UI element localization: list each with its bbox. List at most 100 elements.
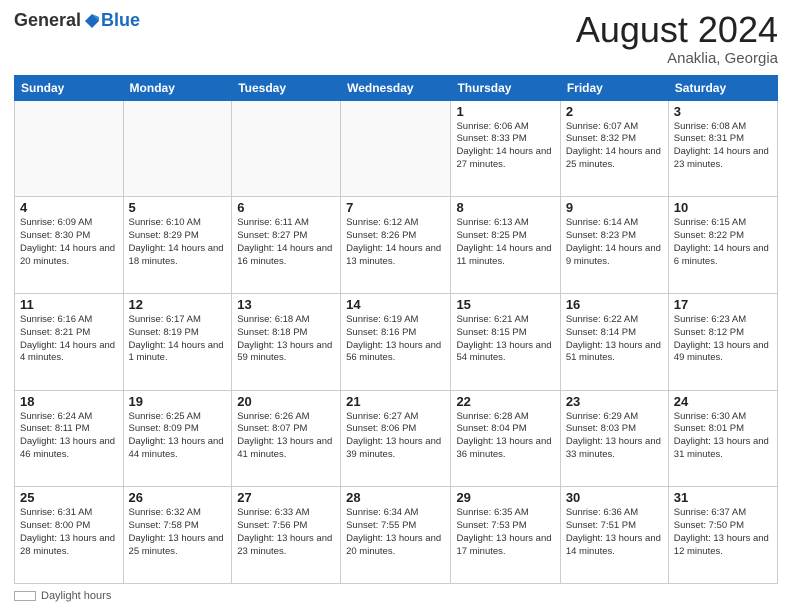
day-cell: 20 Sunrise: 6:26 AM Sunset: 8:07 PM Dayli…	[232, 390, 341, 487]
day-info: Sunrise: 6:30 AM Sunset: 8:01 PM Dayligh…	[674, 411, 772, 462]
day-cell: 21 Sunrise: 6:27 AM Sunset: 8:06 PM Dayli…	[341, 390, 451, 487]
day-number: 6	[237, 200, 335, 215]
day-info: Sunrise: 6:37 AM Sunset: 7:50 PM Dayligh…	[674, 507, 772, 558]
day-info: Sunrise: 6:10 AM Sunset: 8:29 PM Dayligh…	[129, 217, 227, 268]
day-cell: 29Sunrise: 6:35 AM Sunset: 7:53 PM Dayli…	[451, 487, 560, 584]
week-row-4: 18 Sunrise: 6:24 AM Sunset: 8:11 PM Dayli…	[15, 390, 778, 487]
day-number: 28	[346, 490, 445, 505]
day-info: Sunrise: 6:15 AM Sunset: 8:22 PM Dayligh…	[674, 217, 772, 268]
day-cell	[123, 100, 232, 197]
day-number: 7	[346, 200, 445, 215]
day-cell	[15, 100, 124, 197]
location-title: Anaklia, Georgia	[576, 50, 778, 67]
day-info: Sunrise: 6:28 AM Sunset: 8:04 PM Dayligh…	[456, 411, 554, 462]
day-cell: 8 Sunrise: 6:13 AM Sunset: 8:25 PM Daylig…	[451, 197, 560, 294]
col-header-wednesday: Wednesday	[341, 75, 451, 100]
day-number: 30	[566, 490, 663, 505]
day-number: 4	[20, 200, 118, 215]
day-number: 14	[346, 297, 445, 312]
day-cell: 16Sunrise: 6:22 AM Sunset: 8:14 PM Dayli…	[560, 293, 668, 390]
day-info: Sunrise: 6:27 AM Sunset: 8:06 PM Dayligh…	[346, 411, 445, 462]
day-info: Sunrise: 6:06 AM Sunset: 8:33 PM Dayligh…	[456, 121, 554, 172]
day-info: Sunrise: 6:22 AM Sunset: 8:14 PM Dayligh…	[566, 314, 663, 365]
day-info: Sunrise: 6:09 AM Sunset: 8:30 PM Dayligh…	[20, 217, 118, 268]
day-cell: 10 Sunrise: 6:15 AM Sunset: 8:22 PM Dayli…	[668, 197, 777, 294]
logo-blue: Blue	[101, 10, 140, 31]
day-number: 3	[674, 104, 772, 119]
day-number: 19	[129, 394, 227, 409]
day-cell: 1 Sunrise: 6:06 AM Sunset: 8:33 PM Daylig…	[451, 100, 560, 197]
day-info: Sunrise: 6:13 AM Sunset: 8:25 PM Dayligh…	[456, 217, 554, 268]
day-cell: 25 Sunrise: 6:31 AM Sunset: 8:00 PM Dayli…	[15, 487, 124, 584]
day-number: 26	[129, 490, 227, 505]
day-cell: 27 Sunrise: 6:33 AM Sunset: 7:56 PM Dayli…	[232, 487, 341, 584]
day-cell: 6 Sunrise: 6:11 AM Sunset: 8:27 PM Daylig…	[232, 197, 341, 294]
day-number: 27	[237, 490, 335, 505]
day-cell: 23 Sunrise: 6:29 AM Sunset: 8:03 PM Dayli…	[560, 390, 668, 487]
daylight-swatch	[14, 591, 36, 601]
day-cell: 2 Sunrise: 6:07 AM Sunset: 8:32 PM Daylig…	[560, 100, 668, 197]
day-cell: 28 Sunrise: 6:34 AM Sunset: 7:55 PM Dayli…	[341, 487, 451, 584]
col-header-sunday: Sunday	[15, 75, 124, 100]
day-info: Sunrise: 6:21 AM Sunset: 8:15 PM Dayligh…	[456, 314, 554, 365]
day-number: 11	[20, 297, 118, 312]
calendar-table: SundayMondayTuesdayWednesdayThursdayFrid…	[14, 75, 778, 584]
day-cell: 17Sunrise: 6:23 AM Sunset: 8:12 PM Dayli…	[668, 293, 777, 390]
day-info: Sunrise: 6:24 AM Sunset: 8:11 PM Dayligh…	[20, 411, 118, 462]
day-number: 8	[456, 200, 554, 215]
day-info: Sunrise: 6:19 AM Sunset: 8:16 PM Dayligh…	[346, 314, 445, 365]
col-header-tuesday: Tuesday	[232, 75, 341, 100]
day-number: 12	[129, 297, 227, 312]
day-info: Sunrise: 6:11 AM Sunset: 8:27 PM Dayligh…	[237, 217, 335, 268]
day-info: Sunrise: 6:33 AM Sunset: 7:56 PM Dayligh…	[237, 507, 335, 558]
header: General Blue August 2024 Anaklia, Georgi…	[14, 10, 778, 67]
day-cell: 7 Sunrise: 6:12 AM Sunset: 8:26 PM Daylig…	[341, 197, 451, 294]
day-cell: 31 Sunrise: 6:37 AM Sunset: 7:50 PM Dayli…	[668, 487, 777, 584]
day-number: 24	[674, 394, 772, 409]
day-cell: 12Sunrise: 6:17 AM Sunset: 8:19 PM Dayli…	[123, 293, 232, 390]
day-number: 25	[20, 490, 118, 505]
day-info: Sunrise: 6:08 AM Sunset: 8:31 PM Dayligh…	[674, 121, 772, 172]
day-info: Sunrise: 6:29 AM Sunset: 8:03 PM Dayligh…	[566, 411, 663, 462]
day-cell: 24 Sunrise: 6:30 AM Sunset: 8:01 PM Dayli…	[668, 390, 777, 487]
day-number: 23	[566, 394, 663, 409]
day-number: 22	[456, 394, 554, 409]
day-cell: 3 Sunrise: 6:08 AM Sunset: 8:31 PM Daylig…	[668, 100, 777, 197]
day-cell: 15Sunrise: 6:21 AM Sunset: 8:15 PM Dayli…	[451, 293, 560, 390]
day-cell: 13Sunrise: 6:18 AM Sunset: 8:18 PM Dayli…	[232, 293, 341, 390]
day-cell: 26Sunrise: 6:32 AM Sunset: 7:58 PM Dayli…	[123, 487, 232, 584]
day-number: 29	[456, 490, 554, 505]
col-header-monday: Monday	[123, 75, 232, 100]
day-cell: 11Sunrise: 6:16 AM Sunset: 8:21 PM Dayli…	[15, 293, 124, 390]
day-info: Sunrise: 6:34 AM Sunset: 7:55 PM Dayligh…	[346, 507, 445, 558]
week-row-1: 1 Sunrise: 6:06 AM Sunset: 8:33 PM Daylig…	[15, 100, 778, 197]
header-row: SundayMondayTuesdayWednesdayThursdayFrid…	[15, 75, 778, 100]
footer: Daylight hours	[14, 590, 778, 602]
day-info: Sunrise: 6:25 AM Sunset: 8:09 PM Dayligh…	[129, 411, 227, 462]
col-header-thursday: Thursday	[451, 75, 560, 100]
day-number: 10	[674, 200, 772, 215]
day-number: 18	[20, 394, 118, 409]
day-cell: 9Sunrise: 6:14 AM Sunset: 8:23 PM Daylig…	[560, 197, 668, 294]
day-info: Sunrise: 6:26 AM Sunset: 8:07 PM Dayligh…	[237, 411, 335, 462]
day-cell: 4 Sunrise: 6:09 AM Sunset: 8:30 PM Daylig…	[15, 197, 124, 294]
day-cell: 5 Sunrise: 6:10 AM Sunset: 8:29 PM Daylig…	[123, 197, 232, 294]
day-cell: 18 Sunrise: 6:24 AM Sunset: 8:11 PM Dayli…	[15, 390, 124, 487]
day-number: 5	[129, 200, 227, 215]
col-header-friday: Friday	[560, 75, 668, 100]
day-number: 31	[674, 490, 772, 505]
day-info: Sunrise: 6:12 AM Sunset: 8:26 PM Dayligh…	[346, 217, 445, 268]
week-row-5: 25 Sunrise: 6:31 AM Sunset: 8:00 PM Dayli…	[15, 487, 778, 584]
month-title: August 2024	[576, 10, 778, 50]
logo-general: General	[14, 10, 81, 31]
day-cell: 30Sunrise: 6:36 AM Sunset: 7:51 PM Dayli…	[560, 487, 668, 584]
day-info: Sunrise: 6:07 AM Sunset: 8:32 PM Dayligh…	[566, 121, 663, 172]
day-info: Sunrise: 6:31 AM Sunset: 8:00 PM Dayligh…	[20, 507, 118, 558]
day-number: 2	[566, 104, 663, 119]
day-number: 9	[566, 200, 663, 215]
day-number: 21	[346, 394, 445, 409]
day-number: 1	[456, 104, 554, 119]
day-number: 20	[237, 394, 335, 409]
day-cell: 22 Sunrise: 6:28 AM Sunset: 8:04 PM Dayli…	[451, 390, 560, 487]
day-cell: 19 Sunrise: 6:25 AM Sunset: 8:09 PM Dayli…	[123, 390, 232, 487]
